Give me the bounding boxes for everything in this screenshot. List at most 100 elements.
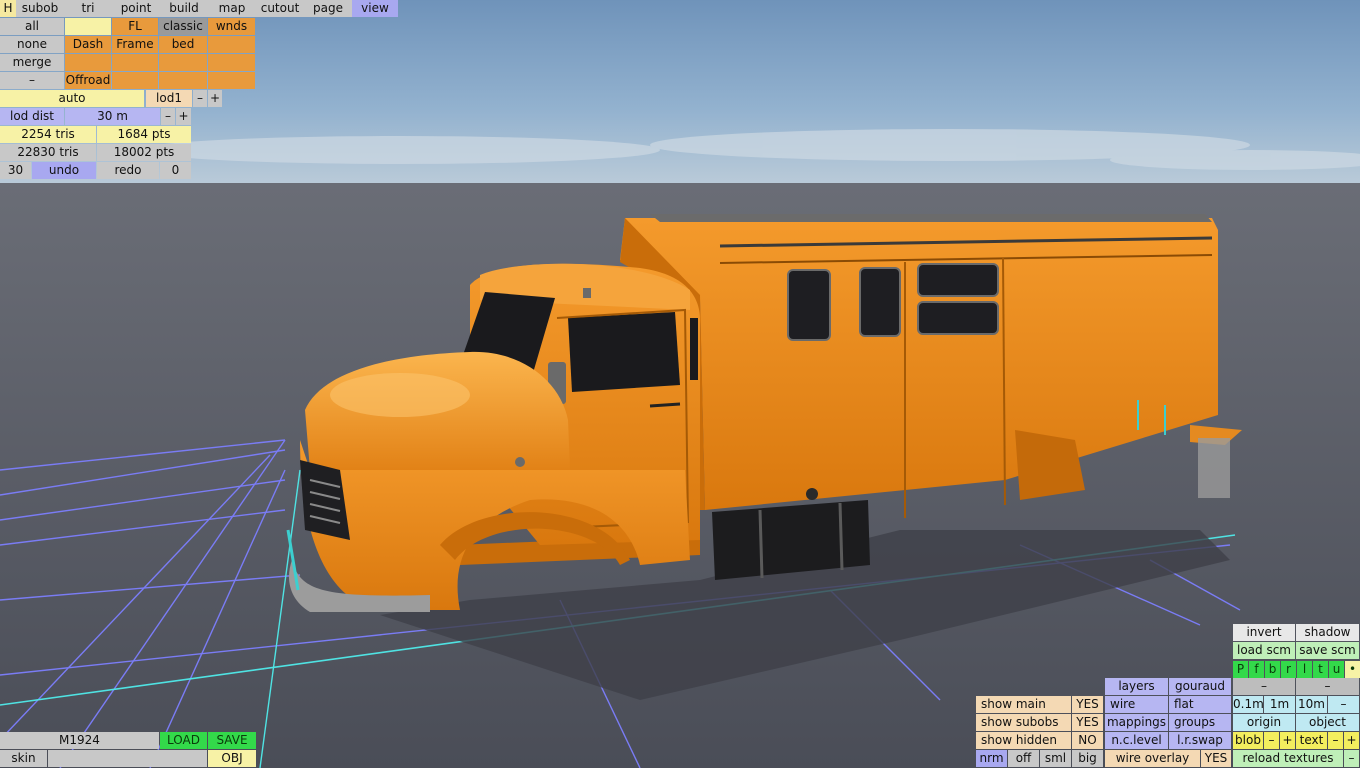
object-button[interactable]: object: [1296, 714, 1359, 731]
lod-increment-button[interactable]: +: [208, 90, 222, 107]
sml-button[interactable]: sml: [1040, 750, 1071, 767]
subob-slot-fl[interactable]: FL: [112, 18, 158, 35]
subob-slot-empty-6[interactable]: [112, 72, 158, 89]
layers-button[interactable]: layers: [1105, 678, 1168, 695]
menu-map[interactable]: map: [208, 0, 256, 17]
grid-minus-button[interactable]: –: [1328, 696, 1359, 713]
text-decrement-button[interactable]: –: [1328, 732, 1343, 749]
save-scm-button[interactable]: save scm: [1296, 642, 1359, 659]
reload-textures-minus-button[interactable]: –: [1344, 750, 1359, 767]
3d-viewport[interactable]: [0, 0, 1360, 768]
total-pts-count: 18002 pts: [97, 144, 191, 161]
skin-label: skin: [0, 750, 47, 767]
show-main-toggle[interactable]: YES: [1072, 696, 1103, 713]
menu-build[interactable]: build: [160, 0, 208, 17]
redo-button[interactable]: redo: [97, 162, 159, 179]
grid-0.1m-button[interactable]: 0.1m: [1233, 696, 1263, 713]
redo-count: 0: [160, 162, 191, 179]
load-button[interactable]: LOAD: [160, 732, 207, 749]
wire-button[interactable]: wire: [1105, 696, 1168, 713]
grid-decrement-button-1[interactable]: –: [1233, 678, 1295, 695]
nc-level-button[interactable]: n.c.level: [1105, 732, 1168, 749]
lod-dist-label: lod dist: [0, 108, 64, 125]
subob-slot-empty-2[interactable]: [65, 54, 111, 71]
subob-slot-offroad[interactable]: Offroad: [65, 72, 111, 89]
off-button[interactable]: off: [1008, 750, 1039, 767]
view-preset-l[interactable]: l: [1297, 661, 1312, 678]
subob-slot-empty-8[interactable]: [208, 72, 255, 89]
flat-button[interactable]: flat: [1169, 696, 1231, 713]
subob-slot-empty-1[interactable]: [208, 36, 255, 53]
lod-level[interactable]: lod1: [146, 90, 192, 107]
undo-button[interactable]: undo: [32, 162, 96, 179]
wire-overlay-toggle[interactable]: YES: [1201, 750, 1231, 767]
groups-button[interactable]: groups: [1169, 714, 1231, 731]
subob-slot-dash[interactable]: Dash: [65, 36, 111, 53]
view-preset-p[interactable]: P: [1233, 661, 1248, 678]
lod-decrement-button[interactable]: –: [193, 90, 207, 107]
lod-auto-button[interactable]: auto: [0, 90, 144, 107]
reload-textures-button[interactable]: reload textures: [1233, 750, 1343, 767]
menu-cutout[interactable]: cutout: [256, 0, 304, 17]
model-name-field[interactable]: M1924: [0, 732, 159, 749]
lod-dist-value[interactable]: 30 m: [65, 108, 160, 125]
save-button[interactable]: SAVE: [208, 732, 256, 749]
subob-none-button[interactable]: none: [0, 36, 64, 53]
total-tris-count: 22830 tris: [0, 144, 96, 161]
view-preset-f[interactable]: f: [1249, 661, 1264, 678]
show-hidden-label: show hidden: [976, 732, 1071, 749]
subob-slot-frame[interactable]: Frame: [112, 36, 158, 53]
subob-all-button[interactable]: all: [0, 18, 64, 35]
load-scm-button[interactable]: load scm: [1233, 642, 1295, 659]
show-main-label: show main: [976, 696, 1071, 713]
big-button[interactable]: big: [1072, 750, 1103, 767]
view-preset-u[interactable]: u: [1329, 661, 1344, 678]
nrm-button[interactable]: nrm: [976, 750, 1007, 767]
menu-page[interactable]: page: [304, 0, 352, 17]
h-button[interactable]: H: [0, 0, 16, 17]
invert-button[interactable]: invert: [1233, 624, 1295, 641]
subob-slot-classic[interactable]: classic: [159, 18, 207, 35]
grid-decrement-button-2[interactable]: –: [1296, 678, 1359, 695]
subob-slot-wnds[interactable]: wnds: [208, 18, 255, 35]
grid-1m-button[interactable]: 1m: [1264, 696, 1295, 713]
menu-subob[interactable]: subob: [16, 0, 64, 17]
blob-increment-button[interactable]: +: [1280, 732, 1295, 749]
show-hidden-toggle[interactable]: NO: [1072, 732, 1103, 749]
menu-tri[interactable]: tri: [64, 0, 112, 17]
subob-slot-empty-4[interactable]: [159, 54, 207, 71]
view-preset-b[interactable]: b: [1265, 661, 1280, 678]
subob-slot-main[interactable]: [65, 18, 111, 35]
lod-dist-decrement-button[interactable]: –: [161, 108, 175, 125]
mappings-button[interactable]: mappings: [1105, 714, 1168, 731]
show-subobs-label: show subobs: [976, 714, 1071, 731]
lod-tris-count: 2254 tris: [0, 126, 96, 143]
blob-decrement-button[interactable]: –: [1264, 732, 1279, 749]
text-label: text: [1296, 732, 1327, 749]
show-subobs-toggle[interactable]: YES: [1072, 714, 1103, 731]
subob-slot-empty-7[interactable]: [159, 72, 207, 89]
undo-count: 30: [0, 162, 31, 179]
subob-minus-button[interactable]: –: [0, 72, 64, 89]
subob-slot-empty-3[interactable]: [112, 54, 158, 71]
wire-overlay-label: wire overlay: [1105, 750, 1200, 767]
grid-10m-button[interactable]: 10m: [1296, 696, 1327, 713]
subob-slot-bed[interactable]: bed: [159, 36, 207, 53]
lr-swap-button[interactable]: l.r.swap: [1169, 732, 1231, 749]
lod-dist-increment-button[interactable]: +: [176, 108, 191, 125]
shadow-button[interactable]: shadow: [1296, 624, 1359, 641]
menu-point[interactable]: point: [112, 0, 160, 17]
text-increment-button[interactable]: +: [1344, 732, 1359, 749]
blob-label: blob: [1233, 732, 1263, 749]
origin-button[interactable]: origin: [1233, 714, 1295, 731]
obj-button[interactable]: OBJ: [208, 750, 256, 767]
view-preset-t[interactable]: t: [1313, 661, 1328, 678]
view-preset-dot[interactable]: •: [1345, 661, 1360, 678]
menu-view[interactable]: view: [352, 0, 398, 17]
skin-field[interactable]: [48, 750, 207, 767]
subob-merge-button[interactable]: merge: [0, 54, 64, 71]
gouraud-button[interactable]: gouraud: [1169, 678, 1231, 695]
lod-pts-count: 1684 pts: [97, 126, 191, 143]
view-preset-r[interactable]: r: [1281, 661, 1296, 678]
subob-slot-empty-5[interactable]: [208, 54, 255, 71]
